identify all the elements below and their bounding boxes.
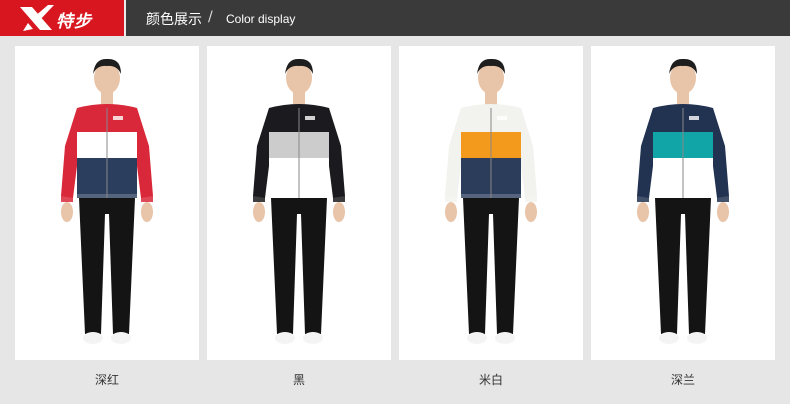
header-divider — [124, 0, 126, 36]
model-photo-black — [253, 58, 345, 344]
product-card-off-white[interactable] — [399, 46, 583, 360]
title-slash: / — [208, 9, 213, 25]
section-title: 颜色展示 — [146, 12, 202, 28]
product-card-black[interactable] — [207, 46, 391, 360]
model-photo-off-white — [445, 58, 537, 344]
color-label: 黑 — [292, 373, 305, 387]
color-label: 深兰 — [670, 373, 695, 387]
header-bar: 特步 颜色展示 / Color display — [0, 0, 790, 36]
color-label: 米白 — [478, 373, 503, 387]
xtep-x-logo-icon — [20, 5, 54, 31]
section-subtitle: Color display — [226, 12, 296, 26]
brand-logo[interactable]: 特步 — [0, 0, 124, 36]
product-card-deep-red[interactable] — [15, 46, 199, 360]
model-photo-deep-red — [61, 58, 153, 344]
color-label: 深红 — [94, 373, 119, 387]
product-card-navy[interactable] — [591, 46, 775, 360]
brand-name: 特步 — [56, 12, 92, 32]
model-photo-navy — [637, 58, 729, 344]
